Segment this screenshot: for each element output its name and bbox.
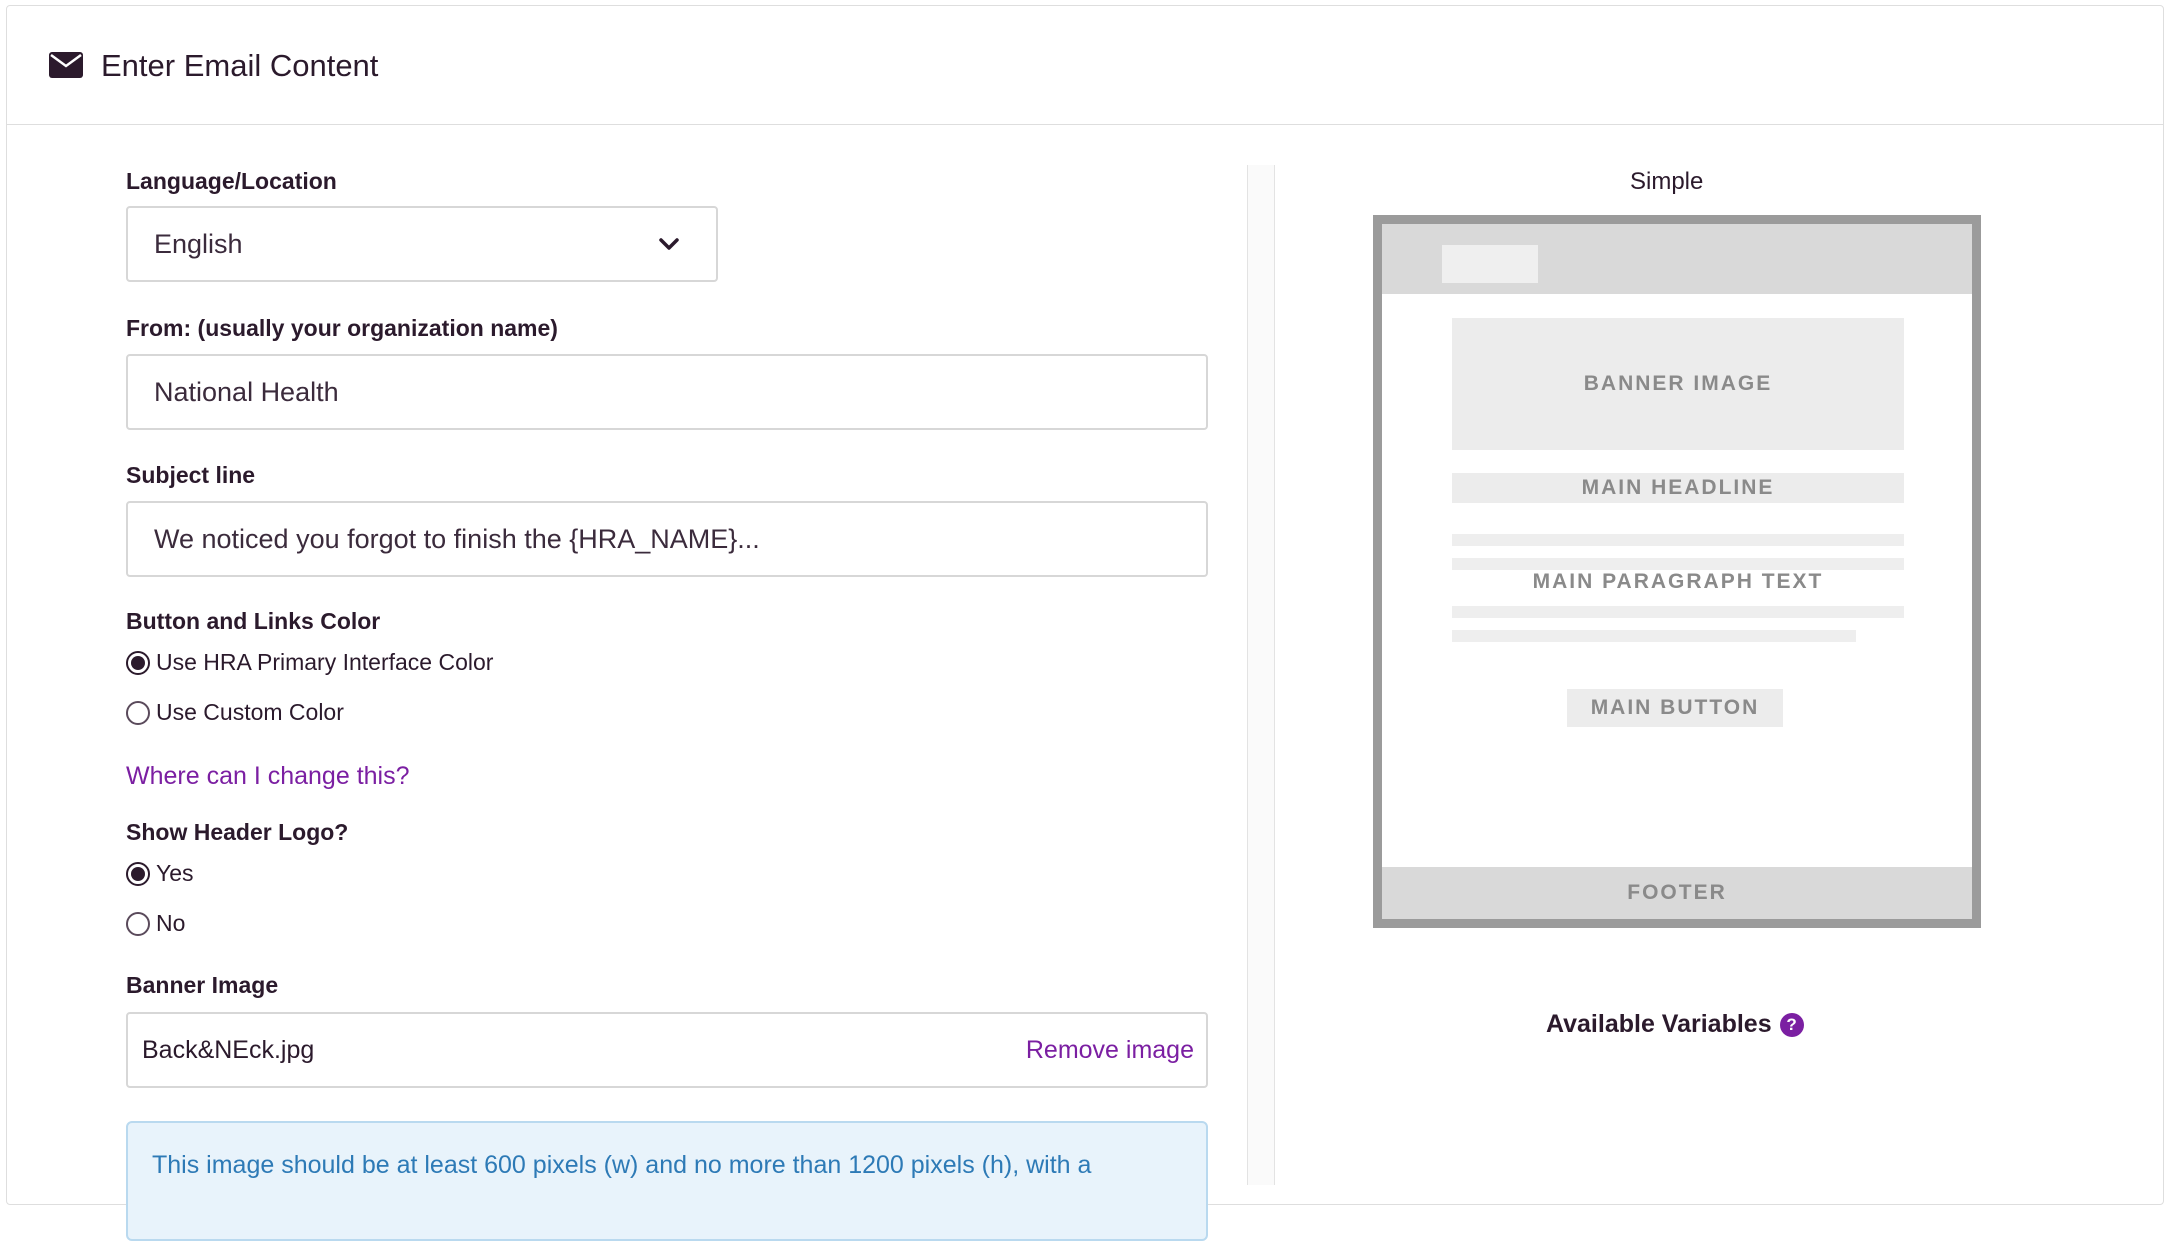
preview-banner-image: BANNER IMAGE bbox=[1452, 318, 1904, 450]
chevron-down-icon bbox=[659, 238, 679, 250]
image-info-alert: This image should be at least 600 pixels… bbox=[126, 1121, 1208, 1241]
banner-filename: Back&NEck.jpg bbox=[142, 1036, 315, 1064]
envelope-icon bbox=[49, 52, 83, 78]
subject-value: We noticed you forgot to finish the {HRA… bbox=[154, 523, 760, 554]
preview-footer: FOOTER bbox=[1382, 867, 1972, 919]
remove-image-link[interactable]: Remove image bbox=[1026, 1036, 1194, 1065]
radio-hra-primary-color[interactable]: Use HRA Primary Interface Color bbox=[126, 649, 493, 676]
preview-main-button: MAIN BUTTON bbox=[1567, 689, 1783, 727]
preview-text-line bbox=[1452, 606, 1904, 618]
radio-button[interactable] bbox=[126, 700, 150, 725]
radio-button-selected[interactable] bbox=[126, 650, 150, 675]
preview-text-line bbox=[1452, 630, 1856, 642]
radio-button-selected[interactable] bbox=[126, 861, 150, 886]
radio-header-logo-yes[interactable]: Yes bbox=[126, 860, 194, 887]
radio-label: No bbox=[156, 910, 186, 936]
help-icon[interactable]: ? bbox=[1779, 1012, 1804, 1037]
button-color-label: Button and Links Color bbox=[126, 608, 381, 634]
preview-main-headline: MAIN HEADLINE bbox=[1452, 473, 1904, 503]
language-label: Language/Location bbox=[126, 168, 337, 194]
email-template-preview[interactable]: BANNER IMAGE MAIN HEADLINE MAIN PARAGRAP… bbox=[1373, 215, 1981, 928]
preview-text-line bbox=[1452, 534, 1904, 546]
language-value: English bbox=[154, 228, 243, 259]
header-logo-label: Show Header Logo? bbox=[126, 819, 349, 845]
preview-main-paragraph: MAIN PARAGRAPH TEXT bbox=[1532, 570, 1824, 593]
from-field[interactable]: National Health bbox=[126, 354, 1208, 430]
subject-label: Subject line bbox=[126, 462, 256, 488]
radio-label: Use HRA Primary Interface Color bbox=[156, 649, 494, 675]
banner-image-field: Back&NEck.jpg Remove image bbox=[126, 1012, 1208, 1088]
preview-logo-placeholder bbox=[1442, 245, 1538, 283]
language-select[interactable]: English bbox=[126, 206, 718, 282]
radio-label: Use Custom Color bbox=[156, 699, 344, 725]
from-value: National Health bbox=[154, 376, 339, 407]
template-preview-title: Simple bbox=[1630, 168, 1704, 195]
card-header: Enter Email Content bbox=[7, 6, 2163, 125]
banner-image-label: Banner Image bbox=[126, 972, 279, 998]
available-variables[interactable]: Available Variables ? bbox=[1546, 1010, 1804, 1039]
preview-header-bar bbox=[1382, 224, 1972, 294]
from-label: From: (usually your organization name) bbox=[126, 315, 558, 341]
available-variables-label: Available Variables bbox=[1546, 1010, 1772, 1038]
image-info-text: This image should be at least 600 pixels… bbox=[152, 1151, 1092, 1179]
column-divider bbox=[1247, 165, 1275, 1185]
radio-header-logo-no[interactable]: No bbox=[126, 910, 185, 937]
page-title: Enter Email Content bbox=[101, 48, 379, 83]
radio-custom-color[interactable]: Use Custom Color bbox=[126, 699, 344, 726]
where-change-link[interactable]: Where can I change this? bbox=[126, 762, 410, 791]
preview-text-line bbox=[1452, 558, 1904, 570]
radio-button[interactable] bbox=[126, 911, 150, 936]
subject-field[interactable]: We noticed you forgot to finish the {HRA… bbox=[126, 501, 1208, 577]
radio-label: Yes bbox=[156, 860, 194, 886]
